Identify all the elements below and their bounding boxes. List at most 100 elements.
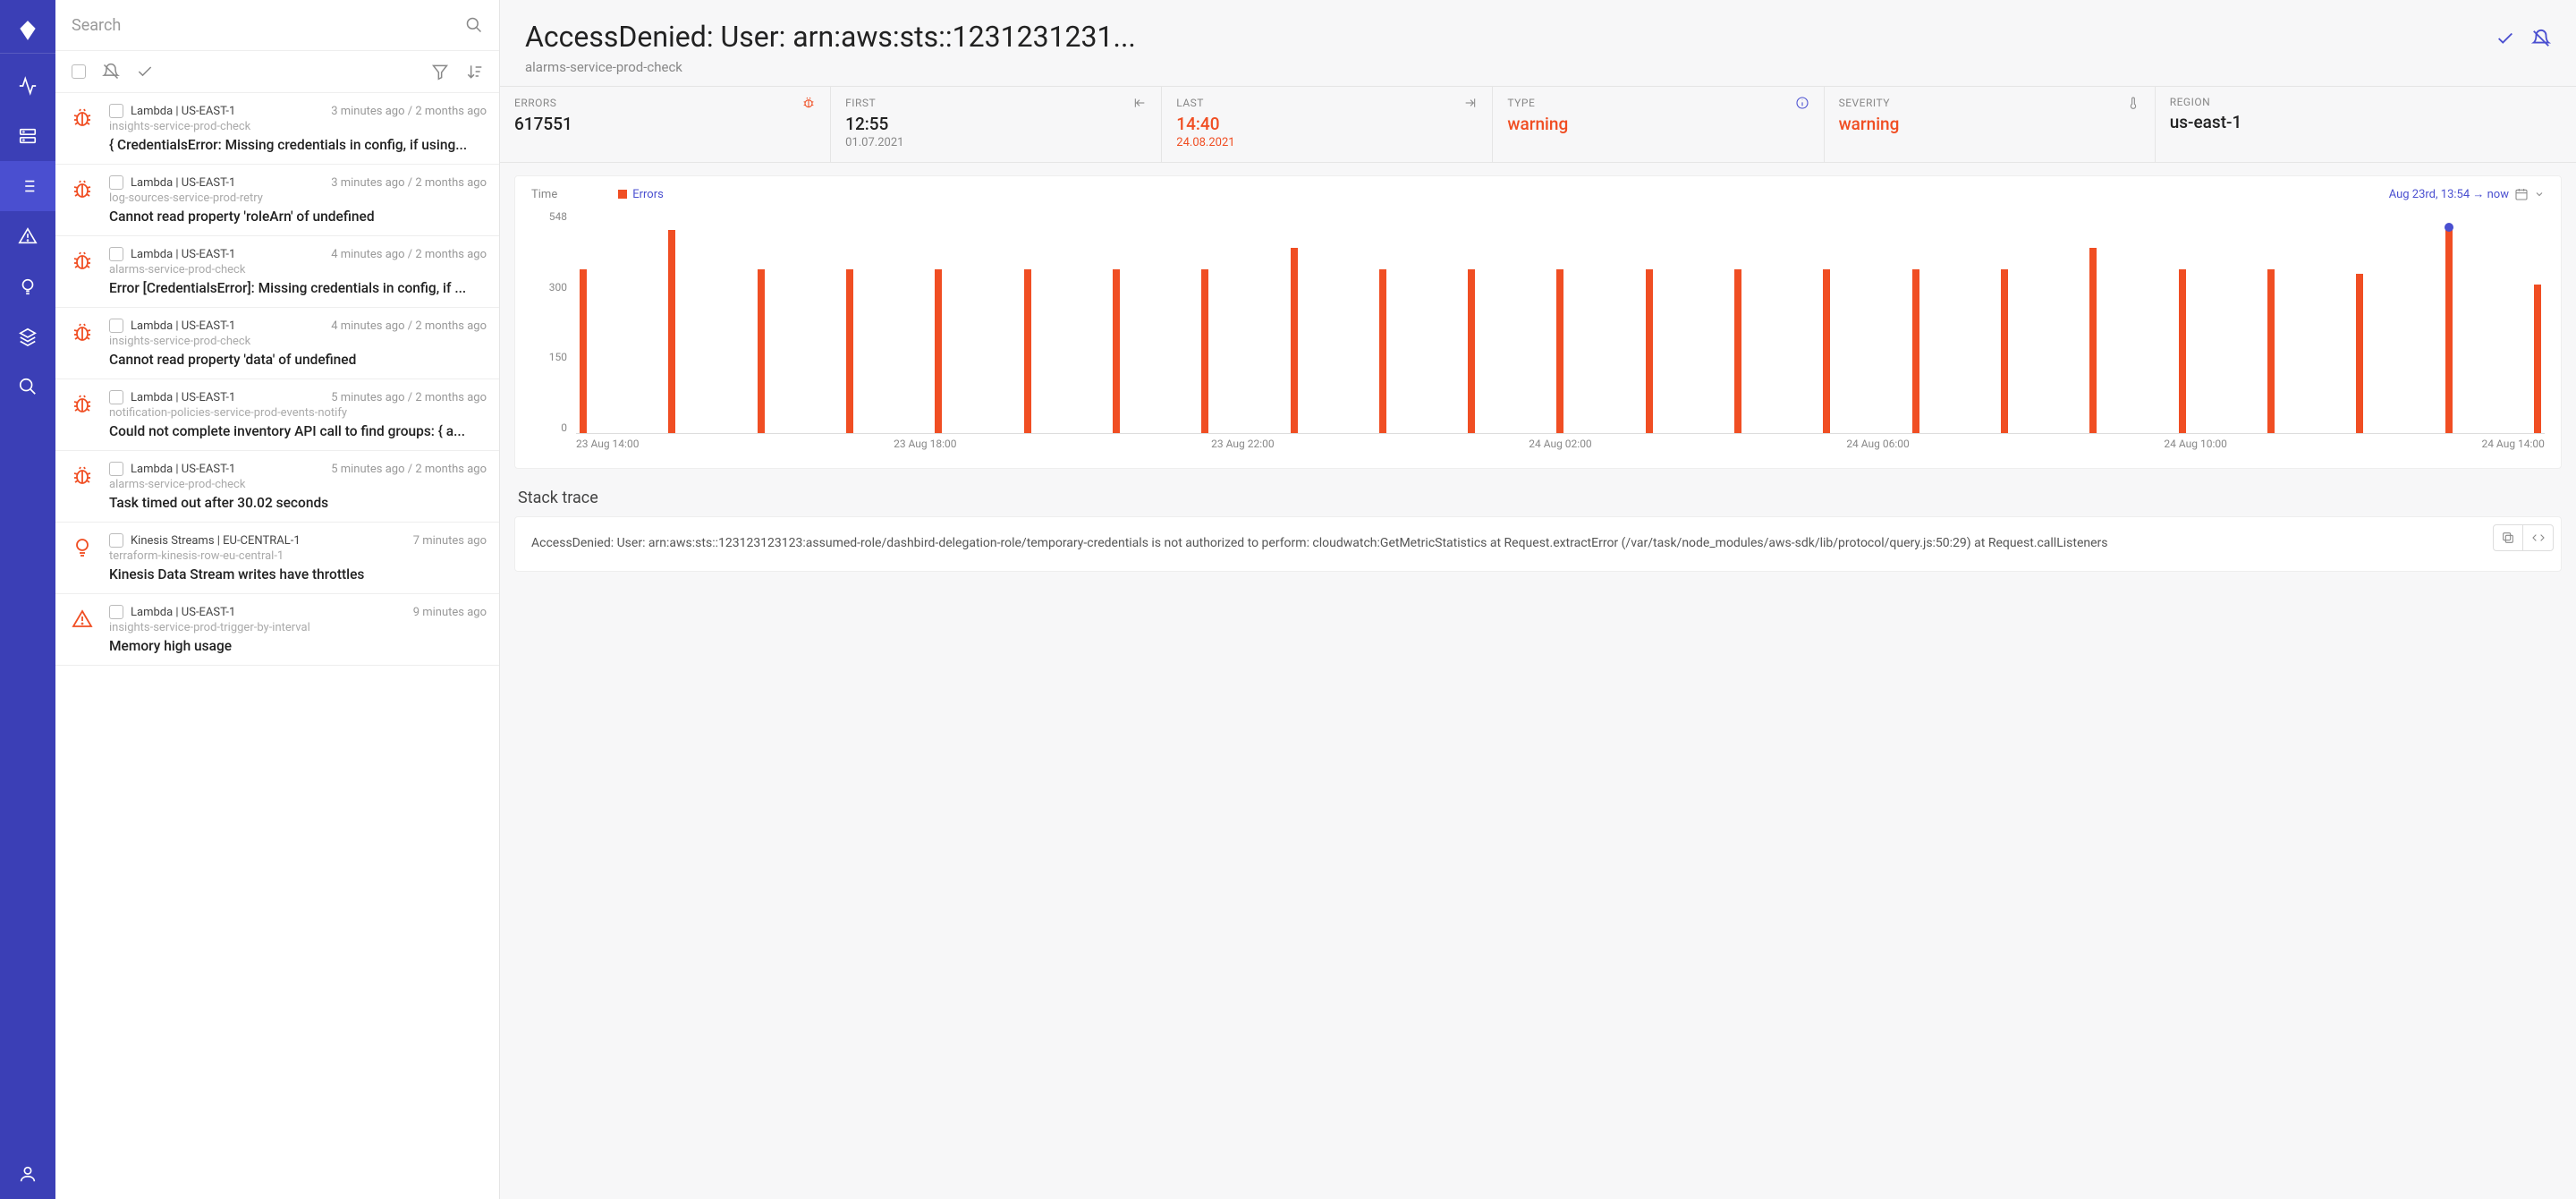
item-title: Cannot read property 'data' of undefined [109,352,487,368]
mute-icon[interactable] [102,63,120,81]
chart-bar[interactable] [2534,285,2541,433]
nav-alerts[interactable] [0,211,55,261]
item-checkbox[interactable] [109,175,123,190]
chevron-down-icon [2534,189,2545,200]
item-time: 7 minutes ago [413,534,487,548]
issue-item[interactable]: Lambda | US-EAST-1 4 minutes ago / 2 mon… [55,236,499,308]
issue-item[interactable]: Lambda | US-EAST-1 3 minutes ago / 2 mon… [55,165,499,236]
issue-item[interactable]: Kinesis Streams | EU-CENTRAL-1 7 minutes… [55,523,499,594]
item-service: Lambda | US-EAST-1 [131,463,235,476]
chart-bar[interactable] [1024,269,1031,433]
item-resource: alarms-service-prod-check [109,263,487,276]
item-service: Lambda | US-EAST-1 [131,319,235,333]
item-title: Task timed out after 30.02 seconds [109,495,487,511]
item-checkbox[interactable] [109,462,123,476]
sort-icon[interactable] [465,63,483,81]
item-resource: log-sources-service-prod-retry [109,191,487,205]
item-checkbox[interactable] [109,390,123,404]
stat-severity: SEVERITY warning [1825,87,2156,162]
stat-last: LAST 14:40 24.08.2021 [1162,87,1493,162]
nav-layers[interactable] [0,311,55,361]
chart-bar[interactable] [1113,269,1120,433]
errors-chart: 5483001500 23 Aug 14:0023 Aug 18:0023 Au… [531,210,2545,461]
chart-bar[interactable] [935,269,942,433]
item-time: 4 minutes ago / 2 months ago [331,248,487,261]
bug-icon [801,96,816,110]
stack-trace-text: AccessDenied: User: arn:aws:sts::1231231… [531,536,2108,550]
select-all-checkbox[interactable] [72,64,86,79]
code-button[interactable] [2523,524,2554,551]
chart-bar[interactable] [580,269,587,433]
chart-bar[interactable] [2267,269,2275,433]
issue-item[interactable]: Lambda | US-EAST-1 5 minutes ago / 2 mon… [55,451,499,523]
item-icon [64,533,100,582]
chart-bar[interactable] [758,269,765,433]
detail-subtitle: alarms-service-prod-check [525,59,2485,75]
nav-search[interactable] [0,361,55,412]
thermometer-icon [2126,96,2140,110]
issue-list-panel: Lambda | US-EAST-1 3 minutes ago / 2 mon… [55,0,500,1199]
chart-bar[interactable] [2445,230,2453,433]
item-checkbox[interactable] [109,533,123,548]
chart-bar[interactable] [1556,269,1563,433]
copy-button[interactable] [2493,524,2523,551]
item-service: Lambda | US-EAST-1 [131,105,235,118]
search-input[interactable] [72,16,465,35]
resolve-icon[interactable] [136,63,154,81]
chart-bar[interactable] [846,269,853,433]
logo[interactable] [0,7,55,54]
item-icon [64,390,100,439]
item-title: Error [CredentialsError]: Missing creden… [109,280,487,296]
chart-bar[interactable] [2179,269,2186,433]
nav-insights[interactable] [0,261,55,311]
item-time: 5 minutes ago / 2 months ago [331,391,487,404]
chart-bar[interactable] [1201,269,1208,433]
item-time: 3 minutes ago / 2 months ago [331,176,487,190]
item-resource: insights-service-prod-check [109,335,487,348]
stat-errors: ERRORS 617551 [500,87,831,162]
issue-item[interactable]: Lambda | US-EAST-1 4 minutes ago / 2 mon… [55,308,499,379]
nav-activity[interactable] [0,61,55,111]
item-time: 4 minutes ago / 2 months ago [331,319,487,333]
item-time: 9 minutes ago [413,606,487,619]
stat-region: REGION us-east-1 [2156,87,2576,162]
info-icon [1795,96,1809,110]
chart-bar[interactable] [668,230,675,433]
item-service: Lambda | US-EAST-1 [131,176,235,190]
chart-bar[interactable] [2356,274,2363,433]
issue-item[interactable]: Lambda | US-EAST-1 5 minutes ago / 2 mon… [55,379,499,451]
item-icon [64,462,100,511]
chart-range-picker[interactable]: Aug 23rd, 13:54 → now [2389,187,2545,201]
stat-first: FIRST 12:55 01.07.2021 [831,87,1162,162]
chart-bar[interactable] [1468,269,1475,433]
chart-bar[interactable] [2001,269,2008,433]
mute-button[interactable] [2531,29,2551,48]
item-checkbox[interactable] [109,319,123,333]
item-icon [64,104,100,153]
item-checkbox[interactable] [109,605,123,619]
stats-row: ERRORS 617551 FIRST 12:55 01.07.2021 LAS… [500,86,2576,163]
nav-user[interactable] [0,1149,55,1199]
resolve-button[interactable] [2496,29,2515,48]
search-icon[interactable] [465,16,483,34]
nav-issues[interactable] [0,161,55,211]
nav-resources[interactable] [0,111,55,161]
filter-icon[interactable] [431,63,449,81]
issue-item[interactable]: Lambda | US-EAST-1 9 minutes ago insight… [55,594,499,666]
item-resource: terraform-kinesis-row-eu-central-1 [109,549,487,563]
chart-time-label: Time [531,188,557,201]
item-service: Lambda | US-EAST-1 [131,606,235,619]
item-checkbox[interactable] [109,247,123,261]
chart-bar[interactable] [1912,269,1919,433]
item-resource: alarms-service-prod-check [109,478,487,491]
chart-bar[interactable] [1379,269,1386,433]
chart-bar[interactable] [1823,269,1830,433]
chart-bar[interactable] [1291,248,1298,434]
item-title: { CredentialsError: Missing credentials … [109,137,487,153]
item-checkbox[interactable] [109,104,123,118]
item-service: Lambda | US-EAST-1 [131,248,235,261]
chart-bar[interactable] [1734,269,1741,433]
chart-bar[interactable] [1646,269,1653,433]
issue-item[interactable]: Lambda | US-EAST-1 3 minutes ago / 2 mon… [55,93,499,165]
chart-bar[interactable] [2089,248,2097,434]
